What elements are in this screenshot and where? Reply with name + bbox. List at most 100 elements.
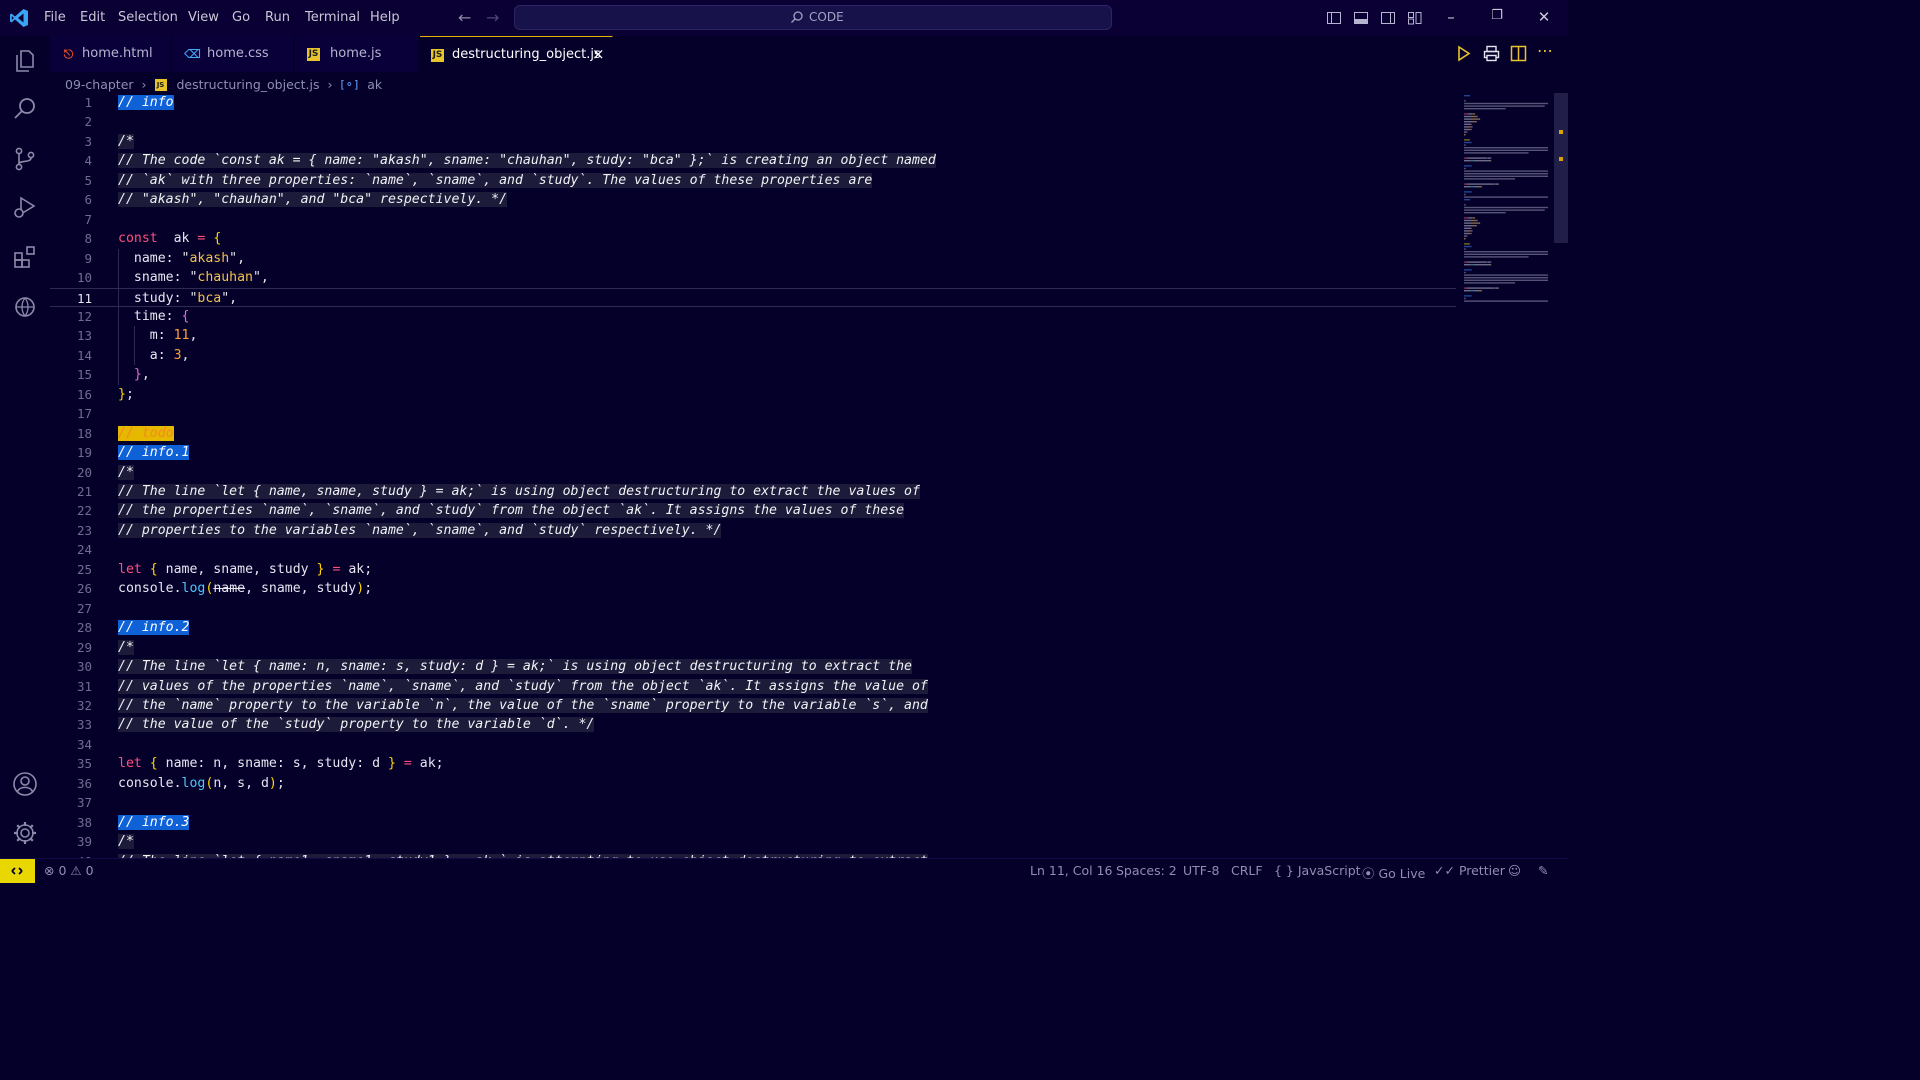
toggle-secondary-sidebar-icon[interactable] — [1380, 10, 1396, 26]
line-number[interactable]: 35 — [50, 754, 92, 773]
line-number[interactable]: 2 — [50, 112, 92, 131]
code-text[interactable]: // The line `let { name: n, sname: s, st… — [118, 657, 912, 676]
notifications-bell-icon[interactable]: ✎ — [1538, 863, 1548, 878]
line-number[interactable]: 37 — [50, 793, 92, 812]
code-line[interactable]: 9 name: "akash", — [50, 249, 1456, 268]
menu-selection[interactable]: Selection — [118, 10, 178, 25]
code-line[interactable]: 32 // the `name` property to the variable… — [50, 696, 1456, 715]
language-mode[interactable]: { } JavaScript — [1274, 863, 1361, 878]
code-line[interactable]: 39 /* — [50, 832, 1456, 851]
menu-file[interactable]: File — [44, 10, 66, 25]
code-line[interactable]: 18 // todo — [50, 424, 1456, 443]
line-number[interactable]: 38 — [50, 813, 92, 832]
run-debug-icon[interactable] — [12, 194, 38, 220]
code-editor[interactable]: 1 // info 2 3 /* 4 // The code `const ak = { n… — [50, 93, 1456, 858]
minimize-window-icon[interactable]: – — [1443, 8, 1459, 26]
menu-terminal[interactable]: Terminal — [305, 10, 360, 25]
code-text[interactable]: // The line `let { name, sname, study } … — [118, 482, 920, 501]
feedback-icon[interactable]: ☺ — [1508, 863, 1521, 878]
toggle-primary-sidebar-icon[interactable] — [1326, 10, 1342, 26]
code-text[interactable]: /* — [118, 832, 134, 851]
code-line[interactable]: 7 — [50, 210, 1456, 229]
code-text[interactable]: /* — [118, 132, 134, 151]
code-text[interactable]: // properties to the variables `name`, `… — [118, 521, 722, 540]
line-number[interactable]: 10 — [50, 268, 92, 287]
code-text[interactable]: // the properties `name`, `sname`, and `… — [118, 501, 905, 520]
tab-home-js[interactable]: JS home.js — [295, 36, 419, 72]
code-text[interactable]: name: "akash", — [118, 249, 245, 268]
source-control-icon[interactable] — [12, 146, 38, 172]
line-number[interactable]: 1 — [50, 93, 92, 112]
cursor-position[interactable]: Ln 11, Col 16 — [1030, 863, 1112, 878]
code-line[interactable]: 21 // The line `let { name, sname, study … — [50, 482, 1456, 501]
code-line[interactable]: 5 // `ak` with three properties: `name`, … — [50, 171, 1456, 190]
settings-gear-icon[interactable] — [12, 820, 38, 846]
extensions-icon[interactable] — [12, 244, 38, 270]
tab-destructuring-object-js[interactable]: JS destructuring_object.js × — [420, 36, 613, 72]
toggle-panel-icon[interactable] — [1353, 10, 1369, 26]
print-icon[interactable] — [1483, 45, 1500, 62]
run-code-icon[interactable] — [1455, 45, 1472, 62]
remote-explorer-icon[interactable] — [12, 294, 38, 320]
code-text[interactable]: // info.3 — [118, 813, 190, 832]
line-number[interactable]: 31 — [50, 677, 92, 696]
code-line[interactable]: 31 // values of the properties `name`, `s… — [50, 677, 1456, 696]
menu-help[interactable]: Help — [370, 10, 400, 25]
code-text[interactable]: console.log(n, s, d); — [118, 774, 285, 793]
code-text[interactable]: }; — [118, 385, 134, 404]
search-icon[interactable] — [12, 96, 38, 122]
code-line[interactable]: 12 time: { — [50, 307, 1456, 326]
code-line[interactable]: 2 — [50, 112, 1456, 131]
breadcrumb-folder[interactable]: 09-chapter — [65, 77, 134, 92]
close-tab-icon[interactable]: × — [592, 45, 605, 63]
breadcrumb-symbol[interactable]: ak — [367, 77, 382, 92]
line-number[interactable]: 24 — [50, 540, 92, 559]
code-line[interactable]: 4 // The code `const ak = { name: "akash"… — [50, 151, 1456, 170]
line-number[interactable]: 3 — [50, 132, 92, 151]
code-line[interactable]: 26 console.log(name, sname, study); — [50, 579, 1456, 598]
line-number[interactable]: 23 — [50, 521, 92, 540]
line-number[interactable]: 20 — [50, 463, 92, 482]
code-text[interactable]: // the `name` property to the variable `… — [118, 696, 928, 715]
code-line[interactable]: 25 let { name, sname, study } = ak; — [50, 560, 1456, 579]
line-number[interactable]: 11 — [50, 289, 92, 308]
line-number[interactable]: 36 — [50, 774, 92, 793]
line-number[interactable]: 5 — [50, 171, 92, 190]
line-number[interactable]: 7 — [50, 210, 92, 229]
prettier-button[interactable]: ✓✓ Prettier — [1434, 863, 1505, 878]
command-center-search[interactable]: CODE — [514, 5, 1112, 30]
split-editor-icon[interactable] — [1510, 45, 1527, 62]
code-text[interactable]: // the value of the `study` property to … — [118, 715, 595, 734]
close-window-icon[interactable]: ✕ — [1536, 8, 1552, 26]
vertical-scrollbar[interactable] — [1554, 93, 1568, 243]
tab-home-html[interactable]: ⎋ home.html — [50, 36, 171, 72]
line-number[interactable]: 19 — [50, 443, 92, 462]
breadcrumb-file[interactable]: destructuring_object.js — [177, 77, 320, 92]
code-text[interactable]: // info.1 — [118, 443, 190, 462]
code-line[interactable]: 35 let { name: n, sname: s, study: d } = … — [50, 754, 1456, 773]
minimap[interactable] — [1458, 93, 1558, 363]
code-text[interactable]: // info — [118, 93, 174, 112]
line-number[interactable]: 13 — [50, 326, 92, 345]
code-line[interactable]: 20 /* — [50, 463, 1456, 482]
line-number[interactable]: 9 — [50, 249, 92, 268]
code-text[interactable]: /* — [118, 463, 134, 482]
code-text[interactable]: // `ak` with three properties: `name`, `… — [118, 171, 873, 190]
code-line[interactable]: 24 — [50, 540, 1456, 559]
code-text[interactable]: time: { — [118, 307, 190, 326]
code-line[interactable]: 10 sname: "chauhan", — [50, 268, 1456, 287]
code-line[interactable]: 3 /* — [50, 132, 1456, 151]
indentation-setting[interactable]: Spaces: 2 — [1116, 863, 1177, 878]
code-text[interactable]: a: 3, — [118, 346, 190, 365]
code-line[interactable]: 34 — [50, 735, 1456, 754]
code-line[interactable]: 36 console.log(n, s, d); — [50, 774, 1456, 793]
line-number[interactable]: 25 — [50, 560, 92, 579]
line-number[interactable]: 6 — [50, 190, 92, 209]
line-number[interactable]: 16 — [50, 385, 92, 404]
forward-arrow-icon[interactable]: → — [486, 8, 499, 27]
menu-view[interactable]: View — [188, 10, 219, 25]
code-text[interactable]: console.log(name, sname, study); — [118, 579, 372, 598]
go-live-button[interactable]: ⦿ Go Live — [1362, 863, 1425, 882]
line-number[interactable]: 17 — [50, 404, 92, 423]
problems-indicator[interactable]: ⊗ 0 ⚠ 0 — [44, 863, 94, 878]
